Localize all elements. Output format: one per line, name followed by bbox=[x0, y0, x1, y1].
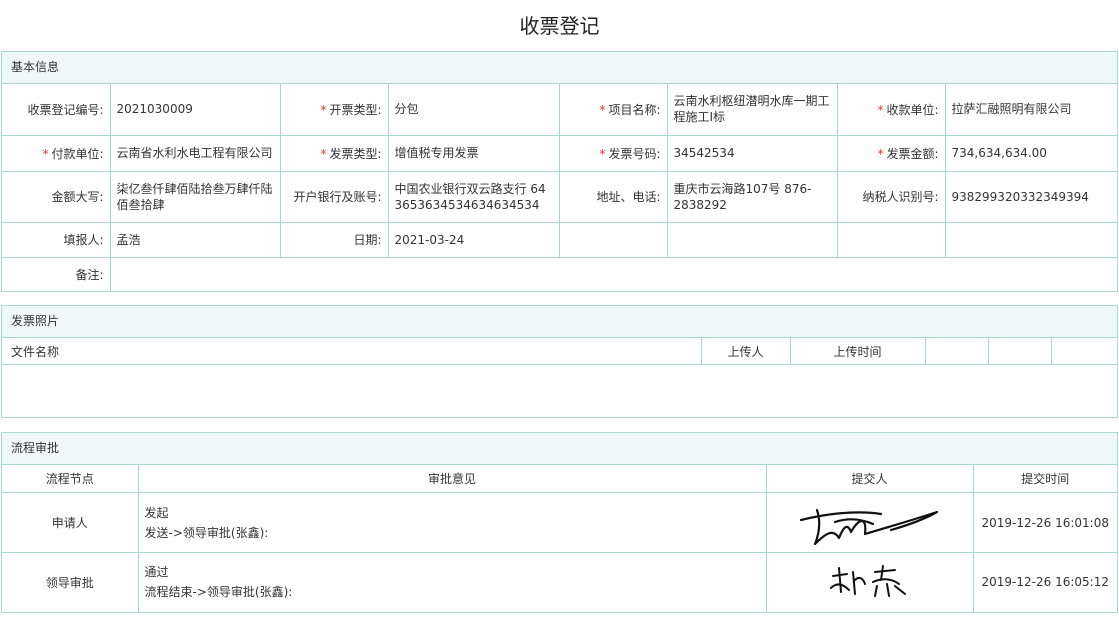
workflow-header-row: 流程节点 审批意见 提交人 提交时间 bbox=[2, 465, 1117, 493]
receipt-no-label: 收票登记编号: bbox=[2, 84, 111, 136]
required-mark: * bbox=[599, 102, 606, 117]
photo-files-header-row: 文件名称 上传人 上传时间 bbox=[2, 338, 1117, 365]
column-uploader: 上传人 bbox=[700, 338, 791, 365]
invoice-photos-panel: 发票照片 文件名称 上传人 上传时间 bbox=[1, 305, 1118, 418]
column-submitter: 提交人 bbox=[765, 465, 974, 493]
empty-cell bbox=[558, 221, 668, 258]
workflow-table: 流程节点 审批意见 提交人 提交时间 申请人 发起 发送->领导审批(张鑫): … bbox=[2, 465, 1117, 612]
info-row: 金额大写: 柒亿叁仟肆佰陆拾叁万肆仟陆佰叁拾肆 开户银行及账号: 中国农业银行双… bbox=[2, 170, 1117, 223]
column-upload-time: 上传时间 bbox=[789, 338, 926, 365]
column-empty bbox=[924, 338, 989, 365]
date-value: 2021-03-24 bbox=[387, 221, 560, 258]
invoice-number-value: 34542534 bbox=[666, 134, 838, 172]
invoice-number-label: * 发票号码: bbox=[558, 134, 668, 172]
address-phone-label: 地址、电话: bbox=[558, 170, 668, 223]
workflow-node: 领导审批 bbox=[2, 552, 139, 612]
column-empty bbox=[987, 338, 1052, 365]
invoice-type-label: * 发票类型: bbox=[279, 134, 389, 172]
workflow-node: 申请人 bbox=[2, 492, 139, 553]
photo-files-table: 文件名称 上传人 上传时间 bbox=[2, 338, 1117, 365]
payer-label: * 付款单位: bbox=[2, 134, 111, 172]
receipt-no-value: 2021030009 bbox=[109, 84, 281, 136]
info-row: 收票登记编号: 2021030009 * 开票类型: 分包 * 项目名称: 云南水利… bbox=[2, 84, 1117, 136]
column-file-name: 文件名称 bbox=[2, 338, 702, 365]
table-row: 申请人 发起 发送->领导审批(张鑫): 2019-12-26 16:01:08 bbox=[2, 492, 1117, 553]
workflow-time: 2019-12-26 16:05:12 bbox=[972, 552, 1117, 612]
workflow-opinion: 发起 发送->领导审批(张鑫): bbox=[137, 492, 767, 553]
opinion-action: 发送->领导审批(张鑫): bbox=[144, 525, 269, 540]
opinion-text: 通过 bbox=[144, 565, 169, 580]
workflow-panel: 流程审批 流程节点 审批意见 提交人 提交时间 申请人 发起 发送->领导审批(… bbox=[1, 432, 1118, 613]
info-row: 备注: bbox=[2, 256, 1117, 291]
invoice-amount-label: * 发票金额: bbox=[836, 134, 946, 172]
info-row: * 付款单位: 云南省水利水电工程有限公司 * 发票类型: 增值税专用发票 * 发票号… bbox=[2, 134, 1117, 172]
invoice-amount-value: 734,634,634.00 bbox=[944, 134, 1117, 172]
address-phone-value: 重庆市云海路107号 876-2838292 bbox=[666, 170, 838, 223]
signature-cell bbox=[765, 552, 974, 612]
basic-info-panel: 基本信息 收票登记编号: 2021030009 * 开票类型: 分包 * 项目名称:… bbox=[1, 51, 1118, 292]
basic-info-header: 基本信息 bbox=[2, 52, 1117, 84]
reporter-value: 孟浩 bbox=[109, 221, 281, 258]
required-mark: * bbox=[320, 102, 327, 117]
table-row: 领导审批 通过 流程结束->领导审批(张鑫): 2019-12-26 16:05… bbox=[2, 552, 1117, 612]
signature-image bbox=[799, 508, 938, 545]
column-submit-time: 提交时间 bbox=[972, 465, 1117, 493]
bank-account-value: 中国农业银行双云路支行 643653634534634634534 bbox=[387, 170, 560, 223]
required-mark: * bbox=[877, 102, 884, 117]
workflow-header: 流程审批 bbox=[2, 433, 1117, 465]
signature-image bbox=[829, 565, 906, 598]
info-row: 填报人: 孟浩 日期: 2021-03-24 bbox=[2, 221, 1117, 258]
opinion-text: 发起 bbox=[144, 505, 169, 520]
workflow-time: 2019-12-26 16:01:08 bbox=[972, 492, 1117, 553]
opinion-action: 流程结束->领导审批(张鑫): bbox=[144, 585, 293, 600]
column-empty bbox=[1050, 338, 1117, 365]
required-mark: * bbox=[320, 146, 327, 161]
required-mark: * bbox=[877, 146, 884, 161]
column-node: 流程节点 bbox=[2, 465, 139, 493]
required-mark: * bbox=[42, 146, 49, 161]
project-name-label: * 项目名称: bbox=[558, 84, 668, 136]
taxpayer-id-value: 938299320332349394 bbox=[944, 170, 1117, 223]
remarks-label: 备注: bbox=[2, 256, 111, 291]
payee-label: * 收款单位: bbox=[836, 84, 946, 136]
signature-cell bbox=[765, 492, 974, 553]
required-mark: * bbox=[599, 146, 606, 161]
bank-account-label: 开户银行及账号: bbox=[279, 170, 389, 223]
workflow-opinion: 通过 流程结束->领导审批(张鑫): bbox=[137, 552, 767, 612]
remarks-value bbox=[109, 256, 1117, 291]
basic-info-table: 收票登记编号: 2021030009 * 开票类型: 分包 * 项目名称: 云南水利… bbox=[2, 84, 1117, 291]
payee-value: 拉萨汇融照明有限公司 bbox=[944, 84, 1117, 136]
invoice-type-value: 增值税专用发票 bbox=[387, 134, 560, 172]
taxpayer-id-label: 纳税人识别号: bbox=[836, 170, 946, 223]
invoice-photos-header: 发票照片 bbox=[2, 306, 1117, 338]
empty-cell bbox=[944, 221, 1117, 258]
amount-in-words-value: 柒亿叁仟肆佰陆拾叁万肆仟陆佰叁拾肆 bbox=[109, 170, 281, 223]
reporter-label: 填报人: bbox=[2, 221, 111, 258]
empty-cell bbox=[666, 221, 838, 258]
page-title: 收票登记 bbox=[519, 14, 600, 38]
date-label: 日期: bbox=[279, 221, 389, 258]
payer-value: 云南省水利水电工程有限公司 bbox=[109, 134, 281, 172]
invoice-kind-label: * 开票类型: bbox=[279, 84, 389, 136]
amount-in-words-label: 金额大写: bbox=[2, 170, 111, 223]
empty-cell bbox=[836, 221, 946, 258]
column-opinion: 审批意见 bbox=[137, 465, 767, 493]
project-name-value: 云南水利枢纽潜明水库一期工程施工I标 bbox=[666, 84, 838, 136]
invoice-kind-value: 分包 bbox=[387, 84, 560, 136]
